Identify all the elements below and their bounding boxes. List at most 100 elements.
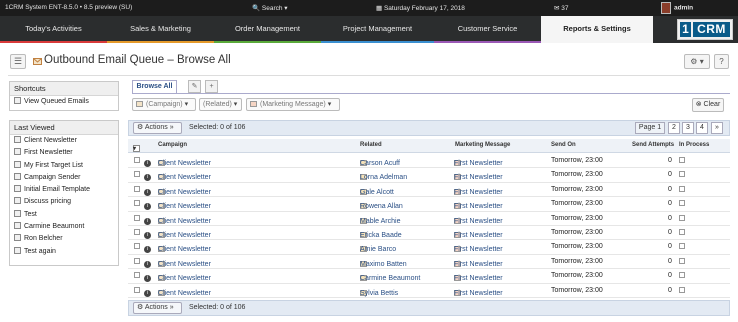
last-viewed-item[interactable]: Discuss pricing: [10, 196, 118, 208]
tab-sales-marketing[interactable]: Sales & Marketing: [107, 16, 214, 43]
in-process-checkbox: [679, 286, 685, 293]
message-text: First Newsletter: [454, 232, 503, 239]
in-process-checkbox: [679, 272, 685, 279]
last-viewed-item[interactable]: Initial Email Template: [10, 184, 118, 196]
message-text: First Newsletter: [454, 160, 503, 167]
user-menu[interactable]: admin: [661, 2, 693, 14]
campaign-text: Client Newsletter: [158, 260, 211, 268]
edit-view-button[interactable]: ✎: [188, 80, 201, 93]
col-marketing-message[interactable]: Marketing Message: [455, 142, 510, 148]
related-text: Maximo Batten: [360, 260, 407, 268]
pager-page-3[interactable]: 3: [682, 122, 694, 134]
table-row[interactable]: i Client Newsletter Mable Archie First News…: [128, 212, 730, 226]
folder-icon: [14, 209, 21, 217]
gear-icon: ⚙: [137, 304, 144, 311]
settings-button[interactable]: ⚙ ▾: [684, 54, 710, 69]
row-checkbox[interactable]: [134, 272, 140, 279]
pager-current-page[interactable]: Page 1: [635, 122, 665, 134]
table-row[interactable]: i Client Newsletter Carmine Beaumont First …: [128, 269, 730, 284]
tab-label: Project Management: [342, 24, 413, 33]
actions-label: Actions: [144, 304, 168, 311]
task-icon: [14, 197, 21, 205]
item-label: Initial Email Template: [24, 186, 91, 194]
tab-label: Sales & Marketing: [130, 24, 191, 33]
sidebar-toggle-button[interactable]: ☰: [10, 54, 26, 69]
last-viewed-item[interactable]: Ron Belcher: [10, 233, 118, 245]
tab-label: Customer Service: [457, 24, 518, 33]
col-campaign[interactable]: Campaign: [158, 142, 187, 148]
help-button[interactable]: ?: [714, 54, 729, 69]
tab-color-bar: [434, 41, 541, 43]
mail-icon: ✉: [554, 5, 560, 12]
add-view-button[interactable]: +: [205, 80, 218, 93]
tab-customer-service[interactable]: Customer Service: [434, 16, 541, 43]
1crm-logo[interactable]: 1 CRM: [677, 19, 733, 40]
clear-filters-button[interactable]: ⊗ Clear: [692, 98, 724, 112]
table-row[interactable]: i Client Newsletter Rowena Allan First News…: [128, 197, 730, 212]
row-checkbox[interactable]: [134, 229, 140, 235]
table-row[interactable]: i Client Newsletter Carson Acuff First News…: [128, 154, 730, 169]
pager-page-4[interactable]: 4: [696, 122, 708, 134]
tab-project-management[interactable]: Project Management: [321, 16, 434, 43]
table-row[interactable]: i Client Newsletter Sylvia Bettis First New…: [128, 284, 730, 298]
tab-reports-settings[interactable]: Reports & Settings: [541, 16, 653, 43]
message-icon: [250, 101, 257, 107]
in-process-checkbox: [679, 200, 685, 207]
main-nav: Today's Activities Sales & Marketing Ord…: [0, 16, 738, 43]
col-send-on[interactable]: Send On: [551, 142, 576, 148]
campaign-text: Client Newsletter: [158, 275, 211, 283]
menu-icon: ☰: [13, 56, 23, 66]
avatar: [661, 2, 671, 14]
sender-icon: [14, 172, 21, 180]
mail-indicator[interactable]: ✉ 37: [554, 4, 569, 12]
campaign-filter[interactable]: (Campaign) ▾: [132, 98, 196, 111]
last-viewed-item[interactable]: First Newsletter: [10, 147, 118, 159]
tab-order-management[interactable]: Order Management: [214, 16, 321, 43]
pager-next-button[interactable]: »: [711, 122, 723, 134]
row-checkbox[interactable]: [134, 157, 140, 163]
send-on: Tomorrow, 23:00: [551, 272, 603, 280]
table-row[interactable]: i Client Newsletter Amie Barco First Newsle…: [128, 240, 730, 255]
current-date[interactable]: ▦ Saturday February 17, 2018: [376, 4, 465, 12]
row-checkbox[interactable]: [134, 286, 140, 293]
last-viewed-item[interactable]: Test: [10, 209, 118, 221]
row-checkbox[interactable]: [134, 214, 140, 221]
filter-label: (Campaign): [146, 101, 183, 108]
last-viewed-item[interactable]: Campaign Sender: [10, 172, 118, 184]
global-search-link[interactable]: 🔍 Search ▾: [252, 4, 288, 12]
chevron-down-icon: ▾: [184, 101, 189, 108]
col-related[interactable]: Related: [360, 142, 382, 148]
pager-page-2[interactable]: 2: [668, 122, 680, 134]
send-on: Tomorrow, 23:00: [551, 229, 603, 236]
last-viewed-item[interactable]: Client Newsletter: [10, 135, 118, 147]
page-title: Outbound Email Queue – Browse All: [44, 54, 231, 66]
campaign-text: Client Newsletter: [158, 246, 211, 254]
row-checkbox[interactable]: [134, 171, 140, 178]
marketing-message-filter[interactable]: (Marketing Message) ▾: [246, 98, 340, 111]
campaign-text: Client Newsletter: [158, 160, 211, 167]
send-on: Tomorrow, 23:00: [551, 243, 603, 251]
item-label: Carmine Beaumont: [24, 223, 85, 231]
tab-browse-all[interactable]: Browse All: [132, 80, 177, 93]
tab-todays-activities[interactable]: Today's Activities: [0, 16, 107, 43]
table-row[interactable]: i Client Newsletter Ericka Baade First News…: [128, 226, 730, 241]
send-attempts: 0: [668, 243, 672, 251]
row-checkbox[interactable]: [134, 243, 140, 250]
tab-label: Today's Activities: [25, 24, 82, 33]
row-checkbox[interactable]: [134, 257, 140, 264]
col-in-process[interactable]: In Process: [679, 142, 709, 148]
actions-button[interactable]: ⚙ Actions »: [133, 122, 182, 134]
last-viewed-item[interactable]: Test again: [10, 246, 118, 258]
row-checkbox[interactable]: [134, 185, 140, 192]
last-viewed-item[interactable]: My First Target List: [10, 160, 118, 172]
table-row[interactable]: i Client Newsletter Lorna Adelman First New…: [128, 168, 730, 183]
actions-button[interactable]: ⚙ Actions »: [133, 302, 182, 314]
row-checkbox[interactable]: [134, 200, 140, 207]
col-send-attempts[interactable]: Send Attempts: [632, 142, 674, 148]
table-row[interactable]: i Client Newsletter Gale Alcott First Newsl…: [128, 183, 730, 198]
last-viewed-item[interactable]: Carmine Beaumont: [10, 221, 118, 233]
related-text: Amie Barco: [360, 246, 397, 254]
shortcut-view-queued-emails[interactable]: View Queued Emails: [10, 96, 118, 108]
table-row[interactable]: i Client Newsletter Maximo Batten First New…: [128, 255, 730, 270]
related-filter[interactable]: (Related) ▾: [199, 98, 242, 111]
